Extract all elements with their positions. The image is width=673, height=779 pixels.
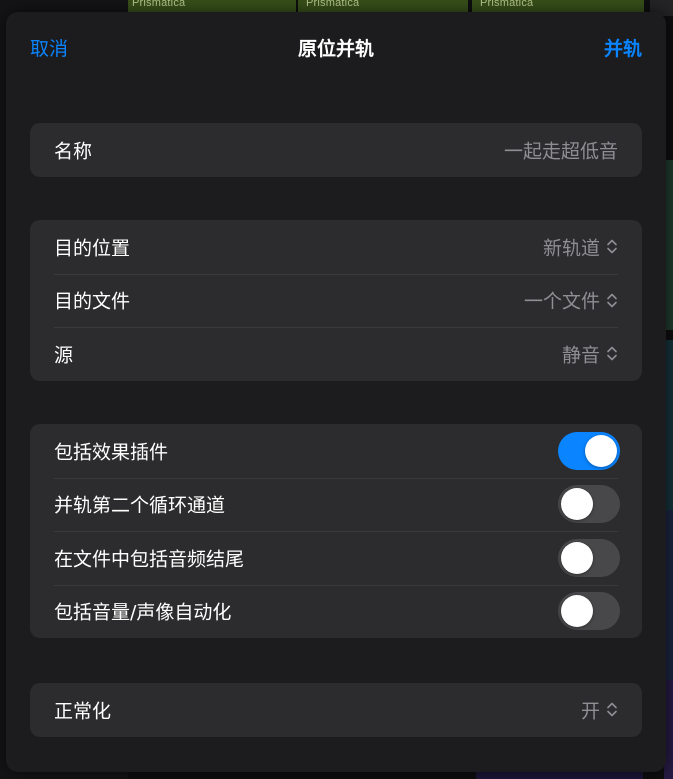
toggle-knob	[561, 595, 593, 628]
chevron-up-down-icon	[607, 702, 617, 717]
destination-file-label: 目的文件	[54, 290, 131, 313]
bounce-in-place-sheet: 取消 原位并轨 并轨 名称 一起走超低音 目的位置 新轨道 目的文件 一个文件	[6, 12, 666, 772]
region-label: Prismatica	[132, 0, 186, 9]
source-row[interactable]: 源 静音	[30, 327, 642, 381]
name-value: 一起走超低音	[503, 140, 618, 163]
include-audio-tail-label: 在文件中包括音频结尾	[54, 548, 245, 571]
source-label: 源	[54, 344, 74, 367]
name-label: 名称	[54, 140, 93, 163]
normalize-group: 正常化 开	[30, 683, 642, 737]
include-automation-label: 包括音量/声像自动化	[54, 601, 232, 624]
include-effects-toggle[interactable]	[558, 431, 620, 470]
source-picker[interactable]: 静音	[562, 340, 618, 367]
destination-file-value: 一个文件	[523, 290, 600, 313]
include-audio-tail-row: 在文件中包括音频结尾	[30, 531, 642, 585]
include-effects-row: 包括效果插件	[30, 424, 642, 478]
include-automation-row: 包括音量/声像自动化	[30, 584, 642, 639]
navigation-bar: 取消 原位并轨 并轨	[6, 12, 666, 80]
bounce-second-cycle-label: 并轨第二个循环通道	[54, 494, 226, 517]
sheet-title: 原位并轨	[297, 38, 374, 60]
source-value: 静音	[561, 344, 600, 367]
chevron-up-down-icon	[607, 239, 617, 254]
include-audio-tail-toggle[interactable]	[558, 538, 620, 577]
options-group: 包括效果插件 并轨第二个循环通道 在文件中包括音频结尾 包括音量/声像自动化	[30, 424, 642, 638]
toggle-knob	[561, 541, 593, 574]
normalize-label: 正常化	[54, 700, 112, 723]
bounce-second-cycle-toggle[interactable]	[558, 485, 620, 524]
include-effects-label: 包括效果插件	[54, 441, 169, 464]
chevron-up-down-icon	[607, 346, 617, 361]
region-label: Prismatica	[480, 0, 534, 9]
name-row[interactable]: 名称 一起走超低音	[30, 123, 642, 177]
bounce-second-cycle-row: 并轨第二个循环通道	[30, 477, 642, 532]
destination-group: 目的位置 新轨道 目的文件 一个文件 源 静音	[30, 220, 642, 381]
normalize-value: 开	[580, 700, 600, 723]
name-field[interactable]: 一起走超低音	[504, 136, 618, 163]
name-group: 名称 一起走超低音	[30, 123, 642, 177]
toggle-knob	[561, 488, 593, 521]
normalize-row[interactable]: 正常化 开	[30, 683, 642, 737]
destination-file-row[interactable]: 目的文件 一个文件	[30, 273, 642, 328]
destination-value: 新轨道	[542, 237, 600, 260]
normalize-picker[interactable]: 开	[581, 696, 618, 723]
include-automation-toggle[interactable]	[558, 592, 620, 631]
bounce-button[interactable]: 并轨	[604, 34, 642, 61]
toggle-knob	[585, 434, 617, 467]
destination-file-picker[interactable]: 一个文件	[524, 287, 618, 314]
region-label: Prismatica	[306, 0, 360, 9]
destination-row[interactable]: 目的位置 新轨道	[30, 220, 642, 274]
destination-picker[interactable]: 新轨道	[543, 233, 618, 260]
destination-label: 目的位置	[54, 237, 131, 260]
chevron-up-down-icon	[607, 293, 617, 308]
